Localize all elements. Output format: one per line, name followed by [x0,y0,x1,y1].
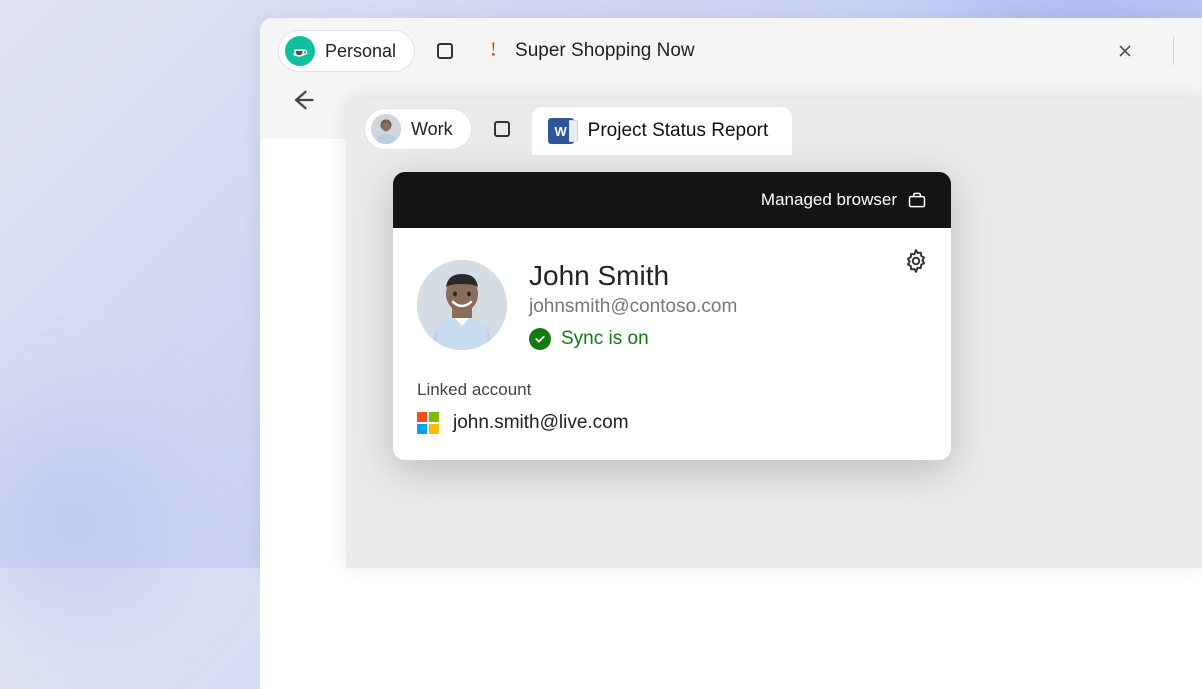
sync-status[interactable]: Sync is on [529,328,737,350]
profile-label: Work [411,119,453,140]
tab-title: Super Shopping Now [515,40,695,62]
tab-title: Project Status Report [588,120,769,142]
alert-icon [485,38,501,65]
profile-pill-work[interactable]: Work [364,108,472,150]
check-circle-icon [529,328,551,350]
profile-label: Personal [325,41,396,62]
settings-button[interactable] [903,248,929,279]
sync-label: Sync is on [561,328,649,350]
linked-email: john.smith@live.com [453,412,629,434]
linked-account-row[interactable]: john.smith@live.com [417,412,927,440]
user-name: John Smith [529,260,737,292]
profile-pill-personal[interactable]: Personal [278,30,415,72]
microsoft-logo-icon [417,412,439,434]
user-avatar-icon [371,114,401,144]
coffee-avatar-icon [285,36,315,66]
user-summary: John Smith johnsmith@contoso.com Sync is… [417,260,927,350]
tab-project-status[interactable]: W Project Status Report [532,107,793,155]
linked-account-section: Linked account john.smith@live.com [417,380,927,440]
user-avatar [417,260,507,350]
tabs-overview-icon[interactable] [433,39,457,63]
user-email: johnsmith@contoso.com [529,296,737,318]
managed-label: Managed browser [761,190,897,210]
tab-bar: Personal Super Shopping Now [260,18,1202,82]
back-button[interactable] [288,86,316,121]
word-document-icon: W [548,118,574,144]
profile-dropdown: Managed browser [393,172,951,460]
close-tab-button[interactable] [1117,43,1133,59]
linked-label: Linked account [417,380,927,400]
tabs-overview-icon[interactable] [490,117,514,141]
tab-shopping[interactable]: Super Shopping Now [475,38,705,65]
briefcase-icon [907,191,927,209]
tab-divider [1173,37,1174,65]
tab-bar: Work W Project Status Report [346,98,1202,158]
managed-banner: Managed browser [393,172,951,228]
